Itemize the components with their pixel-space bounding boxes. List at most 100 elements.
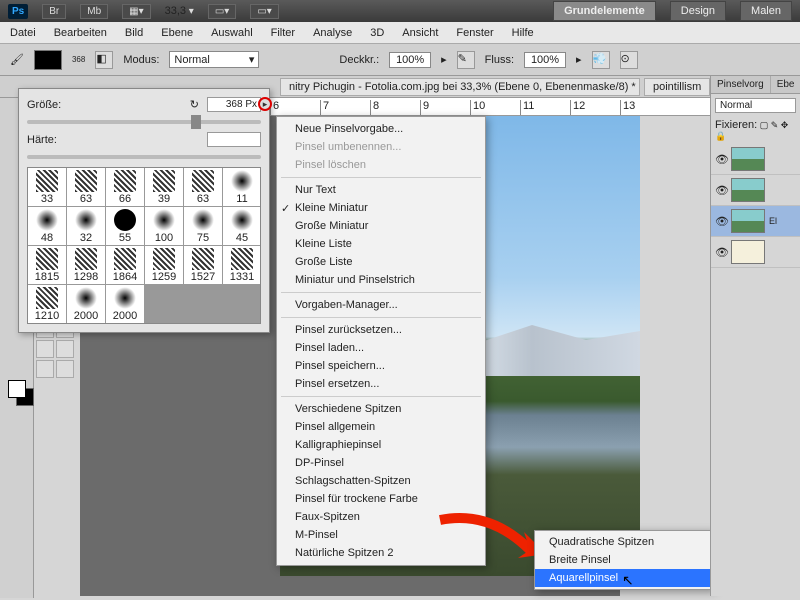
view-button[interactable]: ▭▾: [208, 4, 236, 19]
mi-calligraphic[interactable]: Kalligraphiepinsel: [277, 436, 485, 454]
mi-reset[interactable]: Pinsel zurücksetzen...: [277, 321, 485, 339]
mi-replace[interactable]: Pinsel ersetzen...: [277, 375, 485, 393]
workspace-malen[interactable]: Malen: [740, 1, 792, 21]
visibility-icon[interactable]: 👁: [715, 153, 727, 165]
flow-flyout-icon[interactable]: ▸: [576, 53, 582, 66]
mi-load[interactable]: Pinsel laden...: [277, 339, 485, 357]
brush-preset-cell[interactable]: 55: [106, 207, 144, 245]
menu-ebene[interactable]: Ebene: [161, 27, 193, 39]
tab-pinselvorgaben[interactable]: Pinselvorg: [711, 76, 771, 93]
brush-preset-cell[interactable]: 45: [223, 207, 261, 245]
mi-dp[interactable]: DP-Pinsel: [277, 454, 485, 472]
tool-hand[interactable]: [36, 360, 54, 378]
tab-ebenen[interactable]: Ebe: [771, 76, 800, 93]
brush-preset-cell[interactable]: 1298: [67, 246, 105, 284]
mi-save[interactable]: Pinsel speichern...: [277, 357, 485, 375]
menu-bearbeiten[interactable]: Bearbeiten: [54, 27, 107, 39]
menu-auswahl[interactable]: Auswahl: [211, 27, 253, 39]
workspace-grundelemente[interactable]: Grundelemente: [553, 1, 656, 21]
menu-bild[interactable]: Bild: [125, 27, 143, 39]
brush-panel-icon[interactable]: ◧: [95, 51, 113, 69]
mi-stroke-thumb[interactable]: Miniatur und Pinselstrich: [277, 271, 485, 289]
brush-preset-cell[interactable]: 1259: [145, 246, 183, 284]
menu-fenster[interactable]: Fenster: [456, 27, 493, 39]
brush-preset-cell[interactable]: 63: [67, 168, 105, 206]
tool-zoom[interactable]: [56, 360, 74, 378]
layer-row[interactable]: 👁: [711, 144, 800, 175]
zoom-display[interactable]: 33,3 ▾: [165, 5, 194, 17]
screen-button[interactable]: ▭▾: [250, 4, 278, 19]
layer-row[interactable]: 👁: [711, 237, 800, 268]
visibility-icon[interactable]: 👁: [715, 246, 727, 258]
menu-ansicht[interactable]: Ansicht: [402, 27, 438, 39]
mi-preset-manager[interactable]: Vorgaben-Manager...: [277, 296, 485, 314]
mi-natural2[interactable]: Natürliche Spitzen 2: [277, 544, 485, 562]
brush-preset-cell[interactable]: 32: [67, 207, 105, 245]
visibility-icon[interactable]: 👁: [715, 184, 727, 196]
visibility-icon[interactable]: 👁: [715, 215, 727, 227]
menu-filter[interactable]: Filter: [271, 27, 295, 39]
brush-preset-cell[interactable]: 1331: [223, 246, 261, 284]
mi-small-thumb[interactable]: Kleine Miniatur: [277, 199, 485, 217]
mi-large-thumb[interactable]: Große Miniatur: [277, 217, 485, 235]
brush-preset-cell[interactable]: 39: [145, 168, 183, 206]
menu-3d[interactable]: 3D: [370, 27, 384, 39]
brush-preset-cell[interactable]: 48: [28, 207, 66, 245]
mi-drymedia[interactable]: Pinsel für trockene Farbe: [277, 490, 485, 508]
hardness-slider[interactable]: [27, 155, 261, 159]
brush-grid[interactable]: 3363663963114832551007545181512981864125…: [27, 167, 261, 324]
smi-thick[interactable]: Breite Pinsel: [535, 551, 713, 569]
smi-square[interactable]: Quadratische Spitzen: [535, 533, 713, 551]
bridge-button[interactable]: Br: [42, 4, 66, 19]
size-slider[interactable]: [27, 120, 261, 124]
color-swatches[interactable]: [8, 380, 36, 408]
layer-row[interactable]: 👁El: [711, 206, 800, 237]
mi-small-list[interactable]: Kleine Liste: [277, 235, 485, 253]
flow-input[interactable]: 100%: [524, 52, 566, 68]
tablet-size-icon[interactable]: ⊙: [620, 51, 638, 69]
mi-faux[interactable]: Faux-Spitzen: [277, 508, 485, 526]
mi-m[interactable]: M-Pinsel: [277, 526, 485, 544]
mi-text-only[interactable]: Nur Text: [277, 181, 485, 199]
blend-mode-select[interactable]: Normal▾: [169, 51, 259, 68]
doc-tab-1[interactable]: nitry Pichugin - Fotolia.com.jpg bei 33,…: [280, 78, 640, 96]
mi-large-list[interactable]: Große Liste: [277, 253, 485, 271]
mi-dropshadow[interactable]: Schlagschatten-Spitzen: [277, 472, 485, 490]
smi-watercolor[interactable]: Aquarellpinsel: [535, 569, 713, 587]
size-input[interactable]: [207, 97, 261, 112]
brush-preset-cell[interactable]: 1815: [28, 246, 66, 284]
brush-preview[interactable]: [34, 50, 62, 70]
brush-preset-cell[interactable]: 100: [145, 207, 183, 245]
brush-preset-cell[interactable]: 1210: [28, 285, 66, 323]
layout-button[interactable]: ▦▾: [122, 4, 150, 19]
opacity-flyout-icon[interactable]: ▸: [441, 53, 447, 66]
hardness-input[interactable]: [207, 132, 261, 147]
reset-icon[interactable]: ↻: [190, 98, 199, 111]
opacity-input[interactable]: 100%: [389, 52, 431, 68]
brush-preset-cell[interactable]: 1527: [184, 246, 222, 284]
menu-hilfe[interactable]: Hilfe: [512, 27, 534, 39]
menu-analyse[interactable]: Analyse: [313, 27, 352, 39]
minibridge-button[interactable]: Mb: [80, 4, 108, 19]
layer-row[interactable]: 👁: [711, 175, 800, 206]
brush-preset-cell[interactable]: 33: [28, 168, 66, 206]
doc-tab-2[interactable]: pointillism: [644, 78, 710, 96]
tool-type[interactable]: [56, 340, 74, 358]
mi-new-preset[interactable]: Neue Pinselvorgabe...: [277, 120, 485, 138]
brush-preset-cell[interactable]: 2000: [67, 285, 105, 323]
brush-preset-cell[interactable]: 63: [184, 168, 222, 206]
layer-blend-select[interactable]: Normal: [715, 98, 796, 113]
tablet-opacity-icon[interactable]: ✎: [457, 51, 475, 69]
mi-basic[interactable]: Pinsel allgemein: [277, 418, 485, 436]
tool-pen[interactable]: [36, 340, 54, 358]
mi-assorted[interactable]: Verschiedene Spitzen: [277, 400, 485, 418]
brush-preset-cell[interactable]: 66: [106, 168, 144, 206]
brush-preset-cell[interactable]: 2000: [106, 285, 144, 323]
airbrush-icon[interactable]: 💨: [592, 51, 610, 69]
flyout-menu-icon[interactable]: ▸: [258, 97, 272, 111]
brush-preset-cell[interactable]: 11: [223, 168, 261, 206]
brush-preset-cell[interactable]: 75: [184, 207, 222, 245]
brush-preset-cell[interactable]: 1864: [106, 246, 144, 284]
menu-datei[interactable]: Datei: [10, 27, 36, 39]
brush-tool-icon[interactable]: 🖌: [10, 53, 24, 66]
